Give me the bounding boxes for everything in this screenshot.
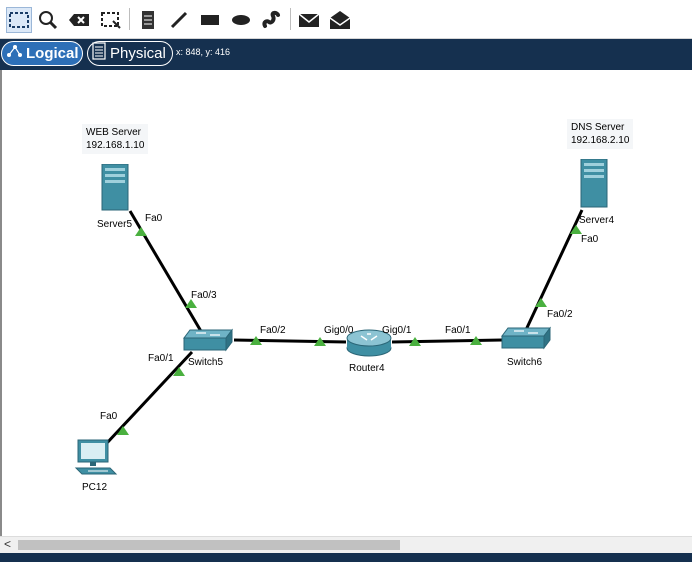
port-label-router4-gig00: Gig0/0 xyxy=(324,325,354,336)
pc-icon xyxy=(74,439,118,475)
note-web-line2: 192.168.1.10 xyxy=(86,140,145,151)
server5-label: Server5 xyxy=(97,219,133,230)
port-label-pc12-fa0: Fa0 xyxy=(100,411,118,422)
router4-label: Router4 xyxy=(349,363,385,374)
cursor-coordinates: x: 848, y: 416 xyxy=(176,47,231,57)
freeform-icon[interactable] xyxy=(258,7,284,33)
select-icon[interactable] xyxy=(6,7,32,33)
link-light-switch6-fa01 xyxy=(470,336,482,345)
link-light-switch6-fa02 xyxy=(535,298,547,307)
toolbar xyxy=(0,0,692,39)
link-light-switch5-fa01 xyxy=(173,367,185,376)
scroll-left-icon[interactable]: < xyxy=(4,537,11,551)
logical-workspace[interactable]: WEB Server 192.168.1.10 DNS Server 192.1… xyxy=(0,70,692,536)
link-light-server4-fa0 xyxy=(570,225,582,234)
server4-device[interactable] xyxy=(579,158,611,214)
link-light-router4-gig00 xyxy=(314,337,326,346)
switch6-label: Switch6 xyxy=(507,357,543,368)
simple-pdu-icon[interactable] xyxy=(296,7,322,33)
server-icon xyxy=(101,163,129,211)
note-dns-line2: 192.168.2.10 xyxy=(571,135,630,146)
note-web-server[interactable]: WEB Server 192.168.1.10 xyxy=(82,124,149,154)
logical-icon xyxy=(6,43,22,64)
port-label-server5-fa0: Fa0 xyxy=(145,213,163,224)
note-icon[interactable] xyxy=(135,7,161,33)
port-label-switch5-fa03: Fa0/3 xyxy=(191,290,217,301)
toolbar-separator xyxy=(129,8,130,30)
link-light-pc12-fa0 xyxy=(117,426,129,435)
link-light-router4-gig01 xyxy=(409,337,421,346)
port-label-server4-fa0: Fa0 xyxy=(581,234,599,245)
pc12-device[interactable] xyxy=(74,438,118,483)
line-icon[interactable] xyxy=(166,7,192,33)
tab-logical-label: Logical xyxy=(26,45,79,62)
port-label-switch5-fa02: Fa0/2 xyxy=(260,325,286,336)
note-web-line1: WEB Server xyxy=(86,127,142,138)
rectangle-icon[interactable] xyxy=(197,7,223,33)
toolbar-separator xyxy=(290,8,291,30)
note-dns-line1: DNS Server xyxy=(571,122,625,133)
server5-device[interactable] xyxy=(98,163,130,217)
link-light-server5-fa0 xyxy=(135,227,147,236)
link-light-switch5-fa02 xyxy=(250,336,262,345)
switch6-device[interactable] xyxy=(500,326,552,357)
switch5-label: Switch5 xyxy=(188,357,224,368)
switch5-device[interactable] xyxy=(182,328,234,359)
tab-physical[interactable]: Physical xyxy=(87,41,173,66)
port-label-router4-gig01: Gig0/1 xyxy=(382,325,412,336)
tab-logical[interactable]: Logical xyxy=(1,41,83,66)
physical-icon xyxy=(92,42,106,65)
switch-icon xyxy=(501,326,551,350)
ellipse-icon[interactable] xyxy=(228,7,254,33)
delete-icon[interactable] xyxy=(66,7,92,33)
resize-icon[interactable] xyxy=(98,7,124,33)
port-label-switch6-fa02: Fa0/2 xyxy=(547,309,573,320)
port-label-switch6-fa01: Fa0/1 xyxy=(445,325,471,336)
pc12-label: PC12 xyxy=(82,482,108,493)
view-bar: Logical Physical x: 848, y: 416 xyxy=(0,39,692,70)
port-label-switch5-fa01: Fa0/1 xyxy=(148,353,174,364)
server4-label: Server4 xyxy=(579,215,615,226)
tab-physical-label: Physical xyxy=(110,45,166,62)
bottom-bar xyxy=(0,553,692,562)
server-icon xyxy=(580,158,608,208)
horizontal-scrollbar[interactable]: < xyxy=(0,536,692,553)
switch-icon xyxy=(183,328,233,352)
scrollbar-thumb[interactable] xyxy=(18,540,400,550)
zoom-icon[interactable] xyxy=(35,7,61,33)
complex-pdu-icon[interactable] xyxy=(327,7,353,33)
note-dns-server[interactable]: DNS Server 192.168.2.10 xyxy=(567,119,634,149)
